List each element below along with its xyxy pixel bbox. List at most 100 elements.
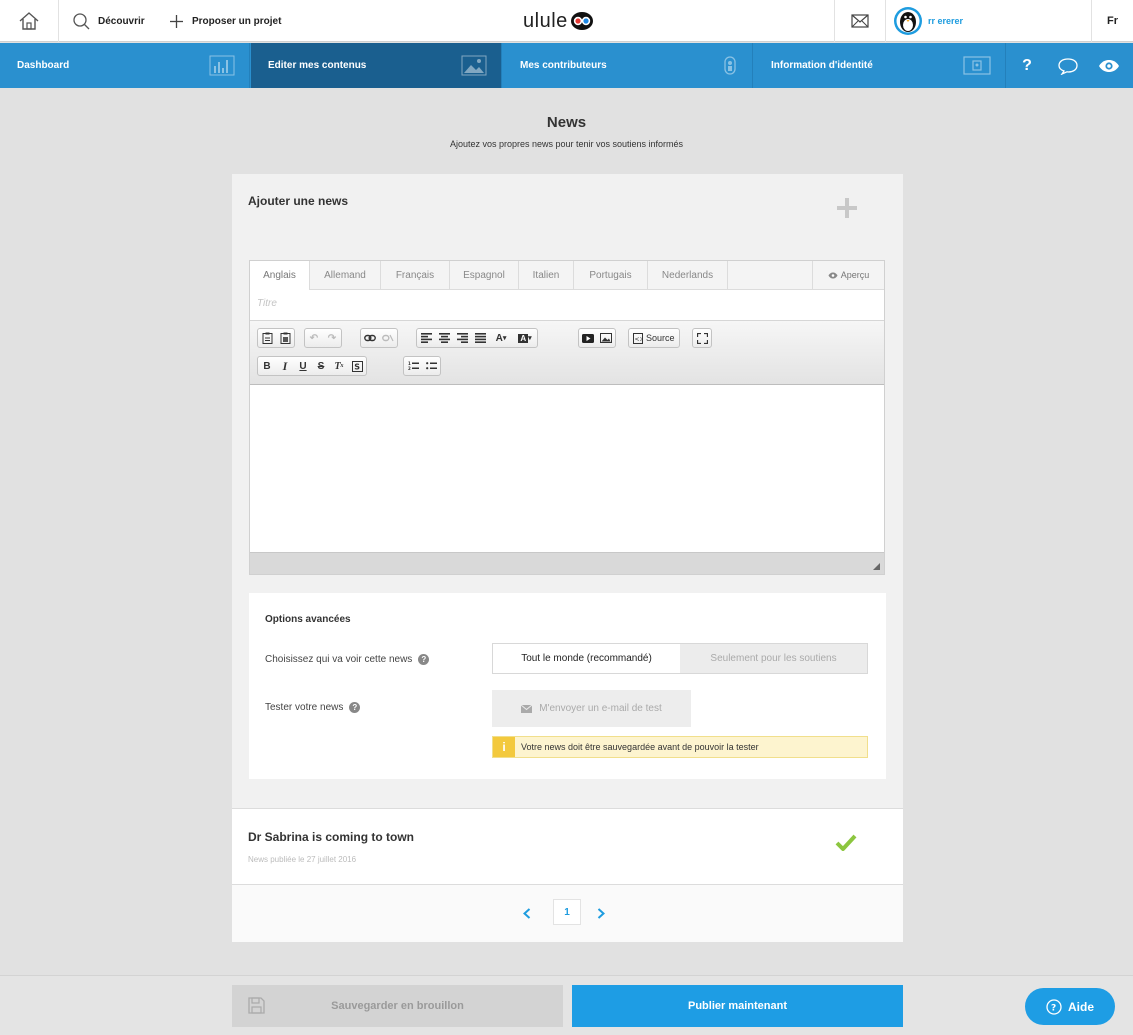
id-card-icon <box>963 55 991 76</box>
editor-toolbar: ↶ ↷ A ▾ A ▾ <> Source B I U S T x S 1 2 <box>250 320 884 385</box>
editor-content-area[interactable] <box>250 385 884 552</box>
unlink-icon[interactable] <box>379 329 397 347</box>
tab-francais[interactable]: Français <box>381 261 450 289</box>
news-item-date: News publiée le 27 juillet 2016 <box>248 855 357 864</box>
tab-portugais[interactable]: Portugais <box>574 261 648 289</box>
resize-handle-icon[interactable] <box>873 563 880 570</box>
news-item-title: Dr Sabrina is coming to town <box>248 830 415 844</box>
user-menu[interactable]: rr ererer <box>893 0 963 42</box>
tab-identity[interactable]: Information d'identité <box>754 43 1006 88</box>
visibility-option-backers[interactable]: Seulement pour les soutiens <box>680 644 867 673</box>
page-number[interactable]: 1 <box>553 899 581 925</box>
propose-project-link[interactable]: Proposer un projet <box>169 0 281 42</box>
underline-icon[interactable]: U <box>294 357 312 375</box>
maximize-group <box>692 328 712 348</box>
news-list-item[interactable]: Dr Sabrina is coming to town News publié… <box>232 808 903 885</box>
tab-dashboard[interactable]: Dashboard <box>0 43 250 88</box>
previous-page-button[interactable] <box>520 906 534 920</box>
source-button[interactable]: <> Source <box>628 328 680 348</box>
align-center-icon[interactable] <box>435 329 453 347</box>
align-right-icon[interactable] <box>453 329 471 347</box>
tab-label: Dashboard <box>17 60 70 71</box>
clipboard-group <box>257 328 295 348</box>
advanced-options: Options avancées Choisissez qui va voir … <box>249 593 886 779</box>
plus-icon <box>169 14 184 29</box>
remove-format-icon[interactable]: Tx <box>330 357 348 375</box>
help-circle-icon: ? <box>1046 998 1062 1015</box>
help-button[interactable]: ? Aide <box>1025 988 1115 1025</box>
help-icon[interactable]: ? <box>418 654 430 665</box>
send-test-email-button[interactable]: M'envoyer un e-mail de test <box>492 690 691 727</box>
maximize-icon[interactable] <box>693 329 711 347</box>
svg-text:2: 2 <box>408 366 411 371</box>
avatar <box>893 6 923 36</box>
media-group <box>578 328 616 348</box>
strikethrough-icon[interactable]: S <box>312 357 330 375</box>
checkmark-icon <box>835 834 857 851</box>
user-icon <box>722 55 738 76</box>
visibility-option-everyone[interactable]: Tout le monde (recommandé) <box>493 644 680 673</box>
help-question-button[interactable]: ? <box>1016 43 1038 88</box>
tab-espagnol[interactable]: Espagnol <box>450 261 519 289</box>
italic-icon[interactable]: I <box>276 357 294 375</box>
title-input[interactable]: Titre <box>257 298 277 309</box>
publish-now-button[interactable]: Publier maintenant <box>572 985 903 1027</box>
preview-tab[interactable]: Aperçu <box>812 261 884 289</box>
tab-label: Mes contributeurs <box>520 60 607 71</box>
messages-button[interactable] <box>834 0 886 42</box>
home-button[interactable] <box>0 0 59 42</box>
tab-anglais[interactable]: Anglais <box>250 261 310 290</box>
add-news-title: Ajouter une news <box>248 194 349 208</box>
numbered-list-icon[interactable]: 12 <box>404 357 422 375</box>
language-switcher[interactable]: Fr <box>1091 0 1133 42</box>
language-tab-label: Allemand <box>324 269 366 281</box>
help-icon[interactable]: ? <box>349 702 361 713</box>
bold-icon[interactable]: B <box>258 357 276 375</box>
discover-link[interactable]: Découvrir <box>73 0 145 42</box>
plus-icon <box>837 198 857 218</box>
language-tab-label: Anglais <box>263 270 296 281</box>
save-warning: i Votre news doit être sauvegardée avant… <box>492 736 868 758</box>
envelope-icon <box>521 704 533 713</box>
undo-icon[interactable]: ↶ <box>305 329 323 347</box>
tab-allemand[interactable]: Allemand <box>310 261 381 289</box>
user-name: rr ererer <box>928 16 964 26</box>
language-tab-label: Français <box>395 269 435 281</box>
paste-word-icon[interactable] <box>276 329 294 347</box>
chevron-right-icon <box>597 907 605 919</box>
eye-icon <box>1098 59 1120 73</box>
cut-snippet-icon[interactable]: S <box>348 357 366 375</box>
language-tab-label: Italien <box>532 269 560 281</box>
tab-edit-content[interactable]: Editer mes contenus <box>251 43 502 88</box>
comment-bubble-icon <box>1057 57 1079 75</box>
paste-text-icon[interactable] <box>258 329 276 347</box>
video-icon[interactable] <box>579 329 597 347</box>
floppy-disk-icon <box>248 997 265 1014</box>
preview-label: Aperçu <box>840 270 870 280</box>
language-tabs: Anglais Allemand Français Espagnol Itali… <box>250 261 884 290</box>
next-page-button[interactable] <box>594 906 608 920</box>
logo-text: ulule <box>523 9 568 32</box>
info-icon: i <box>493 737 515 757</box>
bullet-list-icon[interactable] <box>422 357 440 375</box>
save-draft-button[interactable]: Sauvegarder en brouillon <box>232 985 563 1027</box>
ulule-logo[interactable]: ulule <box>523 8 594 34</box>
background-color-icon[interactable]: A ▾ <box>513 329 537 347</box>
add-news-button[interactable] <box>837 198 857 218</box>
bar-chart-icon <box>209 55 235 76</box>
test-news-label-text: Tester votre news <box>265 702 344 713</box>
pagination: 1 <box>232 885 903 942</box>
image-icon[interactable] <box>597 329 615 347</box>
justify-icon[interactable] <box>471 329 489 347</box>
comments-button[interactable] <box>1055 43 1081 88</box>
tab-contributors[interactable]: Mes contributeurs <box>503 43 753 88</box>
align-left-icon[interactable] <box>417 329 435 347</box>
redo-icon[interactable]: ↷ <box>323 329 341 347</box>
tab-italien[interactable]: Italien <box>519 261 574 289</box>
save-warning-text: Votre news doit être sauvegardée avant d… <box>521 742 759 752</box>
text-color-icon[interactable]: A ▾ <box>489 329 513 347</box>
top-bar: Découvrir Proposer un projet ulule rr er… <box>0 0 1133 42</box>
preview-eye-button[interactable] <box>1096 43 1122 88</box>
tab-nederlands[interactable]: Nederlands <box>648 261 728 289</box>
link-icon[interactable] <box>361 329 379 347</box>
